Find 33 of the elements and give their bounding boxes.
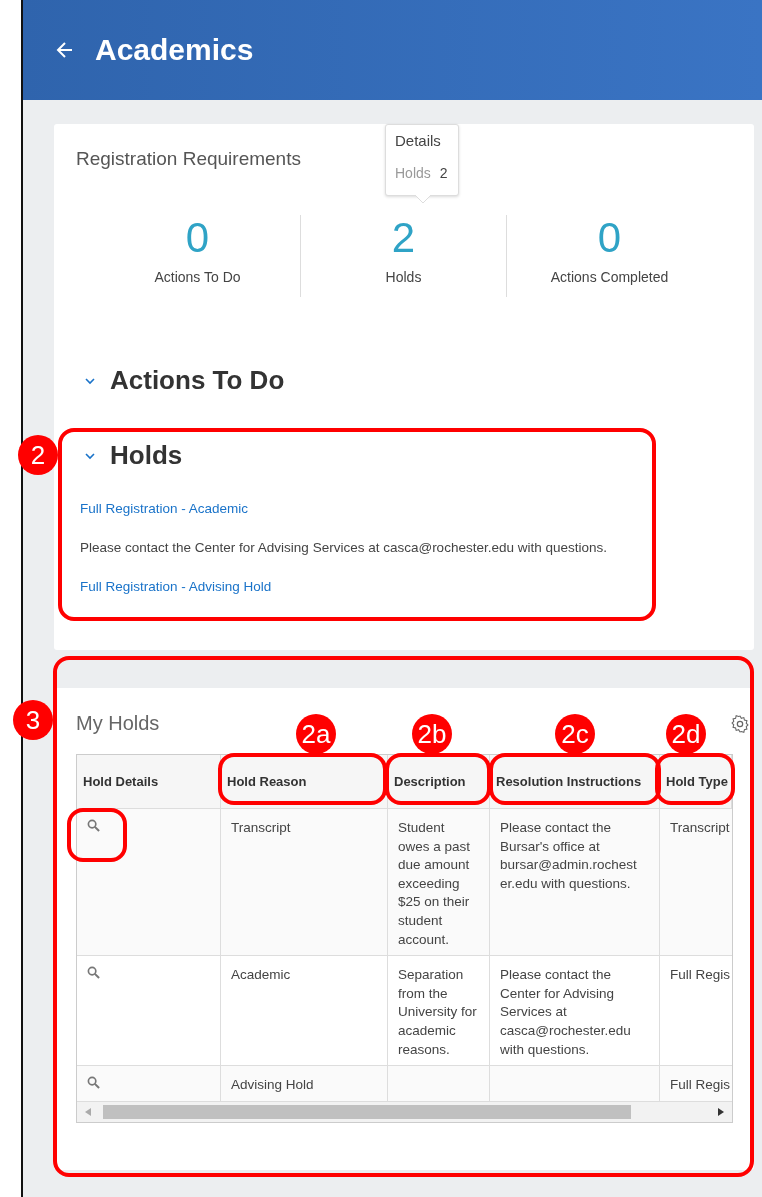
section-heading[interactable]: Actions To Do [110,365,285,396]
stat-label: Holds [385,269,422,285]
tooltip-title: Details [395,132,442,149]
page-title: Academics [95,33,254,67]
hold-link[interactable]: Full Registration - Advising Hold [80,579,272,594]
stat-label: Actions To Do [154,269,241,285]
card-title: Registration Requirements [76,148,302,170]
table-cell: Full Regis [660,1066,732,1102]
table-cell: Please contact the Bursar's office at bursar@admin.rochester.edu with questions. [490,809,660,957]
scrollbar-thumb[interactable] [103,1104,631,1119]
table-cell: Separation from the University for academic reasons. [388,956,490,1067]
table-cell: Academic [221,956,388,1067]
card-title: My Holds [76,712,160,735]
section-heading[interactable]: Holds [110,440,183,471]
table-cell: Student owes a past due amount exceeding $25 on their student account. [388,809,490,957]
horizontal-scrollbar[interactable] [77,1101,732,1122]
table-cell: Advising Hold [221,1066,388,1102]
stat-label: Actions Completed [550,269,669,285]
tooltip-label: Holds [395,165,431,181]
search-icon[interactable] [87,966,100,980]
scroll-right-arrow-icon[interactable] [718,1107,724,1116]
back-arrow-icon[interactable] [55,40,75,60]
search-icon[interactable] [87,1076,100,1090]
table-cell: Transcript [221,809,388,957]
table-cell: Please contact the Center for Advising Services at casca@rochester.edu with questions. [490,956,660,1067]
hold-link[interactable]: Full Registration - Academic [80,501,249,516]
callout-marker: 3 [13,700,53,740]
column-header[interactable]: Hold Details [77,755,221,809]
tooltip-value: 2 [439,165,448,181]
hold-note: Please contact the Center for Advising Services at casca@rochester.edu with questions. [80,540,608,555]
table-cell: Transcript [660,809,732,957]
settings-icon[interactable] [730,713,750,734]
search-icon[interactable] [87,819,100,832]
